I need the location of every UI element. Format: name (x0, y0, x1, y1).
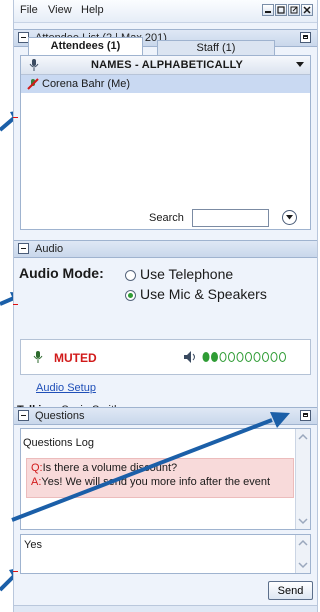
callout-arrow-questions-popout (11, 412, 290, 522)
